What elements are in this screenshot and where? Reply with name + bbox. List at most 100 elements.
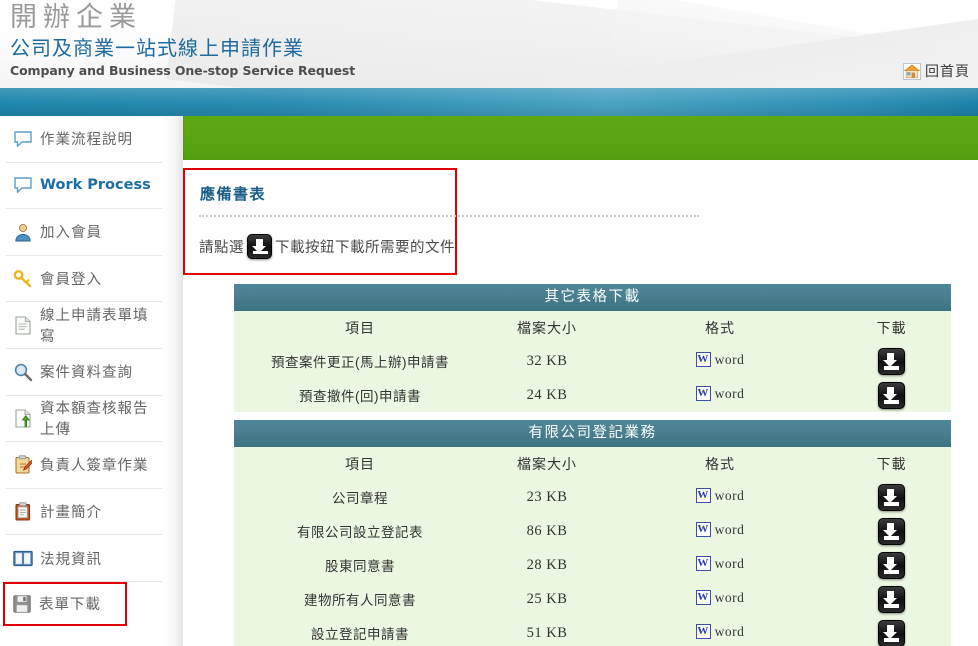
download-icon[interactable] [878,585,905,613]
format-wrapper: Wword [695,521,745,538]
sidebar-item-label: Work Process [40,177,151,194]
word-icon: W [695,590,711,606]
home-link[interactable]: 回首頁 [903,61,970,81]
speech-bubble-icon [10,128,36,150]
site-branding: 開辦企業 公司及商業一站式線上申請作業 Company and Business… [10,2,355,79]
sidebar-item-label: 表單下載 [39,597,101,614]
sidebar-item-label: 案件資料查詢 [40,365,133,382]
floppy-disk-icon [9,593,35,615]
blue-band-shading [0,88,978,116]
download-tables: 其它表格下載 項目 檔案大小 格式 下載 預查案件更正(馬上辦)申請書 32 KB Wword… [234,284,951,646]
sidebar-item-1[interactable]: 作業流程說明 [6,116,162,163]
row-item-name: 公司章程 [234,480,486,514]
row-format: Wword [608,514,832,548]
row-format: Wword [608,582,832,616]
sidebar-item-label: 資本額查核報告上傳 [40,401,149,439]
column-header: 格式 [608,447,832,480]
table-section-title: 有限公司登記業務 [234,420,951,447]
row-format: Wword [608,344,832,378]
sidebar-item-label: 作業流程說明 [40,132,133,149]
format-label: word [714,623,745,639]
column-header: 項目 [234,311,486,344]
format-label: word [714,487,745,503]
row-format: Wword [608,378,832,412]
table-row: 有限公司設立登記表 86 KB Wword [234,514,951,548]
table-row: 預查撤件(回)申請書 24 KB Wword [234,378,951,412]
brand-title-english: Company and Business One-stop Service Re… [10,63,356,78]
table-row: 建物所有人同意書 25 KB Wword [234,582,951,616]
row-file-size: 51 KB [486,616,608,646]
sidebar-item-2[interactable]: Work Process [6,163,162,210]
row-download-cell [832,582,951,616]
sidebar-item-label: 負責人簽章作業 [40,458,149,475]
main-content: 應備書表 請點選 下載按鈕下載所需要的文件 其它表格下載 項目 檔案大小 格式 下載 預查… [183,160,978,646]
sidebar-item-3[interactable]: 加入會員 [6,209,162,256]
notice-body: 請點選 下載按鈕下載所需要的文件 [199,234,455,259]
key-icon [10,268,36,290]
row-item-name: 設立登記申請書 [234,616,486,646]
sidebar-item-4[interactable]: 會員登入 [6,256,162,303]
format-label: word [714,521,745,537]
notice-text-before: 請點選 [199,240,244,256]
format-wrapper: Wword [695,555,745,572]
sidebar-item-6[interactable]: 案件資料查詢 [6,349,162,396]
format-label: word [714,589,745,605]
green-band-inner [181,116,978,160]
word-icon: W [695,488,711,504]
column-header: 下載 [832,311,951,344]
word-icon: W [695,556,711,572]
sidebar-item-7[interactable]: 資本額查核報告上傳 [6,396,162,443]
table-row: 預查案件更正(馬上辦)申請書 32 KB Wword [234,344,951,378]
user-add-icon [10,221,36,243]
format-wrapper: Wword [695,352,745,368]
word-icon: W [695,386,711,402]
download-icon[interactable] [878,551,905,579]
row-download-cell [832,378,951,412]
row-download-cell [832,616,951,646]
download-icon[interactable] [878,517,905,545]
sidebar-item-label: 線上申請表單填寫 [40,308,149,346]
home-link-label: 回首頁 [925,63,970,79]
word-icon: W [695,522,711,538]
book-icon [10,547,36,569]
page-root: 開辦企業 公司及商業一站式線上申請作業 Company and Business… [0,0,978,646]
house-icon [903,62,921,80]
sidebar-item-label: 會員登入 [40,272,102,289]
row-format: Wword [608,616,832,646]
clipboard-pencil-icon [10,454,36,476]
table-row: 設立登記申請書 51 KB Wword [234,616,951,646]
format-wrapper: Wword [695,487,745,504]
table-row: 公司章程 23 KB Wword [234,480,951,514]
column-header: 下載 [832,447,951,480]
sidebar-item-label: 法規資訊 [40,551,102,568]
format-wrapper: Wword [695,623,745,640]
notice-text-after: 下載按鈕下載所需要的文件 [275,240,455,256]
table-gap [234,412,951,420]
row-format: Wword [608,480,832,514]
green-content-band [181,116,978,160]
sidebar-item-9[interactable]: 計畫簡介 [6,489,162,536]
row-download-cell [832,548,951,582]
download-icon[interactable] [878,619,905,646]
row-format: Wword [608,548,832,582]
row-file-size: 24 KB [486,378,608,412]
site-header: 開辦企業 公司及商業一站式線上申請作業 Company and Business… [0,0,978,88]
format-label: word [714,555,745,571]
sidebar-item-5[interactable]: 線上申請表單填寫 [6,302,162,349]
sidebar-item-11[interactable]: 表單下載 [3,581,127,626]
row-item-name: 有限公司設立登記表 [234,514,486,548]
row-file-size: 25 KB [486,582,608,616]
sidebar-item-8[interactable]: 負責人簽章作業 [6,442,162,489]
table-section-title: 其它表格下載 [234,284,951,311]
download-table-1: 其它表格下載 項目 檔案大小 格式 下載 預查案件更正(馬上辦)申請書 32 KB Wword… [234,284,951,412]
table-row: 股東同意書 28 KB Wword [234,548,951,582]
download-icon[interactable] [878,483,905,511]
format-wrapper: Wword [695,589,745,606]
download-icon[interactable] [878,347,905,375]
download-icon[interactable] [878,381,905,409]
word-icon: W [695,352,711,368]
notice-divider [199,215,699,218]
word-icon: W [695,624,711,640]
row-download-cell [832,514,951,548]
sidebar-item-10[interactable]: 法規資訊 [6,535,162,582]
